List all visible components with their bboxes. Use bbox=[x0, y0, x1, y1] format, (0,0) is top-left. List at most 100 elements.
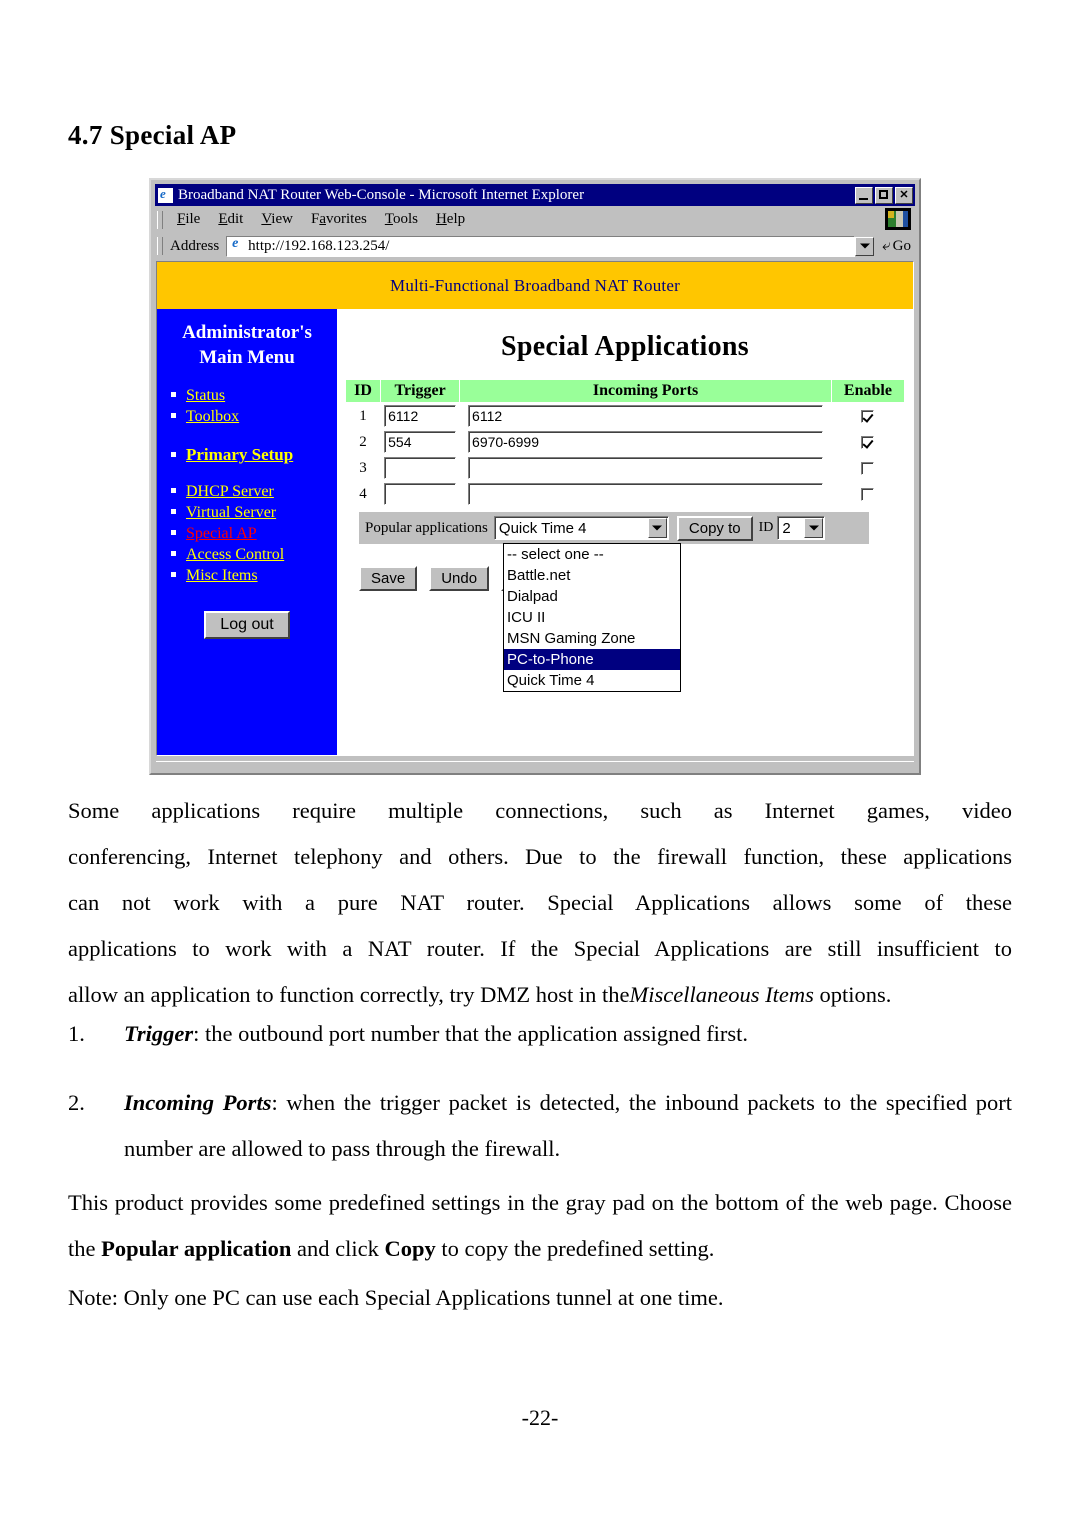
row-ports-cell: 6112 bbox=[460, 403, 832, 430]
sidebar-label-status: Status bbox=[186, 387, 226, 405]
main-content: Special Applications ID Trigger Incoming… bbox=[337, 309, 913, 755]
logout-button[interactable]: Log out bbox=[204, 611, 290, 640]
address-history-dropdown-button[interactable] bbox=[855, 236, 875, 256]
dropdown-option-quick-time-4[interactable]: Quick Time 4 bbox=[504, 670, 680, 691]
header-enable: Enable bbox=[830, 379, 906, 403]
browser-window: Broadband NAT Router Web-Console - Micro… bbox=[149, 178, 921, 775]
bullet-icon bbox=[171, 572, 176, 578]
browser-inner: Broadband NAT Router Web-Console - Micro… bbox=[153, 182, 917, 771]
list-number-1: 1. bbox=[68, 1021, 85, 1046]
section-heading: 4.7 Special AP bbox=[68, 120, 237, 150]
trigger-input-3[interactable] bbox=[384, 457, 457, 479]
chevron-down-icon bbox=[652, 525, 663, 531]
row-id: 1 bbox=[359, 407, 367, 424]
header-incoming-ports: Incoming Ports bbox=[459, 379, 832, 403]
ports-input-3[interactable] bbox=[468, 457, 824, 479]
header-id: ID bbox=[344, 379, 382, 403]
address-input[interactable]: http://192.168.123.254/ bbox=[226, 235, 856, 257]
copy-to-button[interactable]: Copy to bbox=[676, 515, 753, 541]
maximize-button[interactable] bbox=[875, 186, 893, 204]
sidebar-item-toolbox[interactable]: Toolbox bbox=[157, 407, 337, 428]
dropdown-option-select-one[interactable]: -- select one -- bbox=[504, 544, 680, 565]
undo-button[interactable]: Undo bbox=[429, 566, 490, 591]
row-trigger-cell bbox=[381, 455, 460, 481]
menu-edit[interactable]: Edit bbox=[209, 211, 252, 228]
table-row: 4 bbox=[346, 481, 905, 507]
sidebar-title: Administrator's Main Menu bbox=[157, 321, 337, 370]
row-enable-cell bbox=[831, 429, 904, 455]
ports-input-1[interactable]: 6112 bbox=[468, 405, 824, 427]
trigger-input-4[interactable] bbox=[384, 483, 457, 505]
ie-document-icon bbox=[157, 186, 174, 204]
sidebar-item-misc-items[interactable]: Misc Items bbox=[157, 566, 337, 587]
popular-applications-dropdown-list[interactable]: -- select one -- Battle.net Dialpad ICU … bbox=[503, 543, 681, 692]
id-dropdown-button[interactable] bbox=[804, 518, 824, 538]
enable-checkbox-1[interactable] bbox=[861, 409, 875, 423]
close-button[interactable]: ✕ bbox=[895, 186, 913, 204]
browser-addressbar: Address http://192.168.123.254/ ⤷ Go bbox=[155, 233, 915, 259]
menu-help[interactable]: Help bbox=[427, 211, 474, 228]
intro-line-5-text-a: allow an application to function correct… bbox=[68, 982, 630, 1007]
menu-file[interactable]: File bbox=[168, 211, 209, 228]
predefined-text-b: and click bbox=[291, 1236, 385, 1261]
menubar-grip[interactable] bbox=[157, 210, 163, 229]
row-id: 4 bbox=[359, 485, 367, 502]
sidebar-title-line1: Administrator's bbox=[182, 322, 312, 343]
sidebar-item-status[interactable]: Status bbox=[157, 386, 337, 407]
row-ports-cell bbox=[460, 455, 832, 481]
addressbar-grip[interactable] bbox=[157, 237, 163, 255]
trigger-input-1[interactable]: 6112 bbox=[384, 405, 457, 427]
menu-favorites[interactable]: Favorites bbox=[302, 211, 376, 228]
popular-applications-dropdown-button[interactable] bbox=[647, 518, 667, 538]
sidebar-item-access-control[interactable]: Access Control bbox=[157, 545, 337, 566]
bullet-icon bbox=[171, 530, 176, 536]
intro-line-3: can not work with a pure NAT router. Spe… bbox=[68, 890, 1012, 915]
router-banner: Multi-Functional Broadband NAT Router bbox=[157, 262, 913, 309]
enable-checkbox-4[interactable] bbox=[861, 487, 875, 501]
row-ports-cell: 6970-6999 bbox=[460, 429, 832, 455]
enable-checkbox-2[interactable] bbox=[861, 435, 875, 449]
sidebar-label-virtual-server: Virtual Server bbox=[186, 504, 277, 522]
dropdown-option-battle-net[interactable]: Battle.net bbox=[504, 565, 680, 586]
dropdown-option-pc-to-phone[interactable]: PC-to-Phone bbox=[504, 649, 680, 670]
minimize-button[interactable] bbox=[855, 186, 873, 204]
trigger-term: Trigger bbox=[124, 1021, 194, 1046]
bullet-icon bbox=[171, 551, 176, 557]
ports-input-4[interactable] bbox=[468, 483, 824, 505]
intro-line-1: Some applications require multiple conne… bbox=[68, 798, 1012, 823]
paragraph-intro: Some applications require multiple conne… bbox=[68, 788, 1012, 1018]
row-id: 2 bbox=[359, 433, 367, 450]
intro-line-4: applications to work with a NAT router. … bbox=[68, 936, 1012, 961]
sidebar-item-dhcp-server[interactable]: DHCP Server bbox=[157, 482, 337, 503]
menu-view[interactable]: View bbox=[252, 211, 302, 228]
dropdown-option-dialpad[interactable]: Dialpad bbox=[504, 586, 680, 607]
id-selected-value: 2 bbox=[782, 519, 791, 537]
save-button[interactable]: Save bbox=[359, 566, 418, 591]
go-label: Go bbox=[892, 237, 911, 254]
row-id: 3 bbox=[359, 459, 367, 476]
browser-menubar: File Edit View Favorites Tools Help bbox=[155, 207, 915, 232]
menu-tools[interactable]: Tools bbox=[376, 211, 427, 228]
predefined-text-c: to copy the predefined setting. bbox=[435, 1236, 715, 1261]
id-select[interactable]: 2 bbox=[777, 516, 826, 540]
browser-titlebar: Broadband NAT Router Web-Console - Micro… bbox=[155, 184, 915, 206]
window-controls[interactable]: ✕ bbox=[855, 186, 913, 204]
popular-applications-selected-value: Quick Time 4 bbox=[498, 519, 587, 537]
sidebar-item-primary-setup[interactable]: Primary Setup bbox=[157, 444, 337, 466]
sidebar-item-virtual-server[interactable]: Virtual Server bbox=[157, 503, 337, 524]
ports-input-2[interactable]: 6970-6999 bbox=[468, 431, 824, 453]
sidebar-item-special-ap[interactable]: Special AP bbox=[157, 524, 337, 545]
page-number: -22- bbox=[521, 1405, 559, 1430]
popular-applications-select[interactable]: Quick Time 4 bbox=[493, 516, 669, 540]
trigger-input-2[interactable]: 554 bbox=[384, 431, 457, 453]
go-button[interactable]: ⤷ Go bbox=[875, 237, 915, 255]
page-body: Administrator's Main Menu Status Toolbox bbox=[157, 309, 913, 755]
dropdown-option-msn-gaming-zone[interactable]: MSN Gaming Zone bbox=[504, 628, 680, 649]
enable-checkbox-3[interactable] bbox=[861, 461, 875, 475]
intro-line-5-text-b: options. bbox=[813, 982, 892, 1007]
trigger-definition: : the outbound port number that the appl… bbox=[193, 1021, 749, 1046]
bullet-icon bbox=[171, 392, 176, 398]
dropdown-option-icu-ii[interactable]: ICU II bbox=[504, 607, 680, 628]
address-label: Address bbox=[170, 237, 220, 254]
browser-statusbar bbox=[156, 761, 914, 769]
